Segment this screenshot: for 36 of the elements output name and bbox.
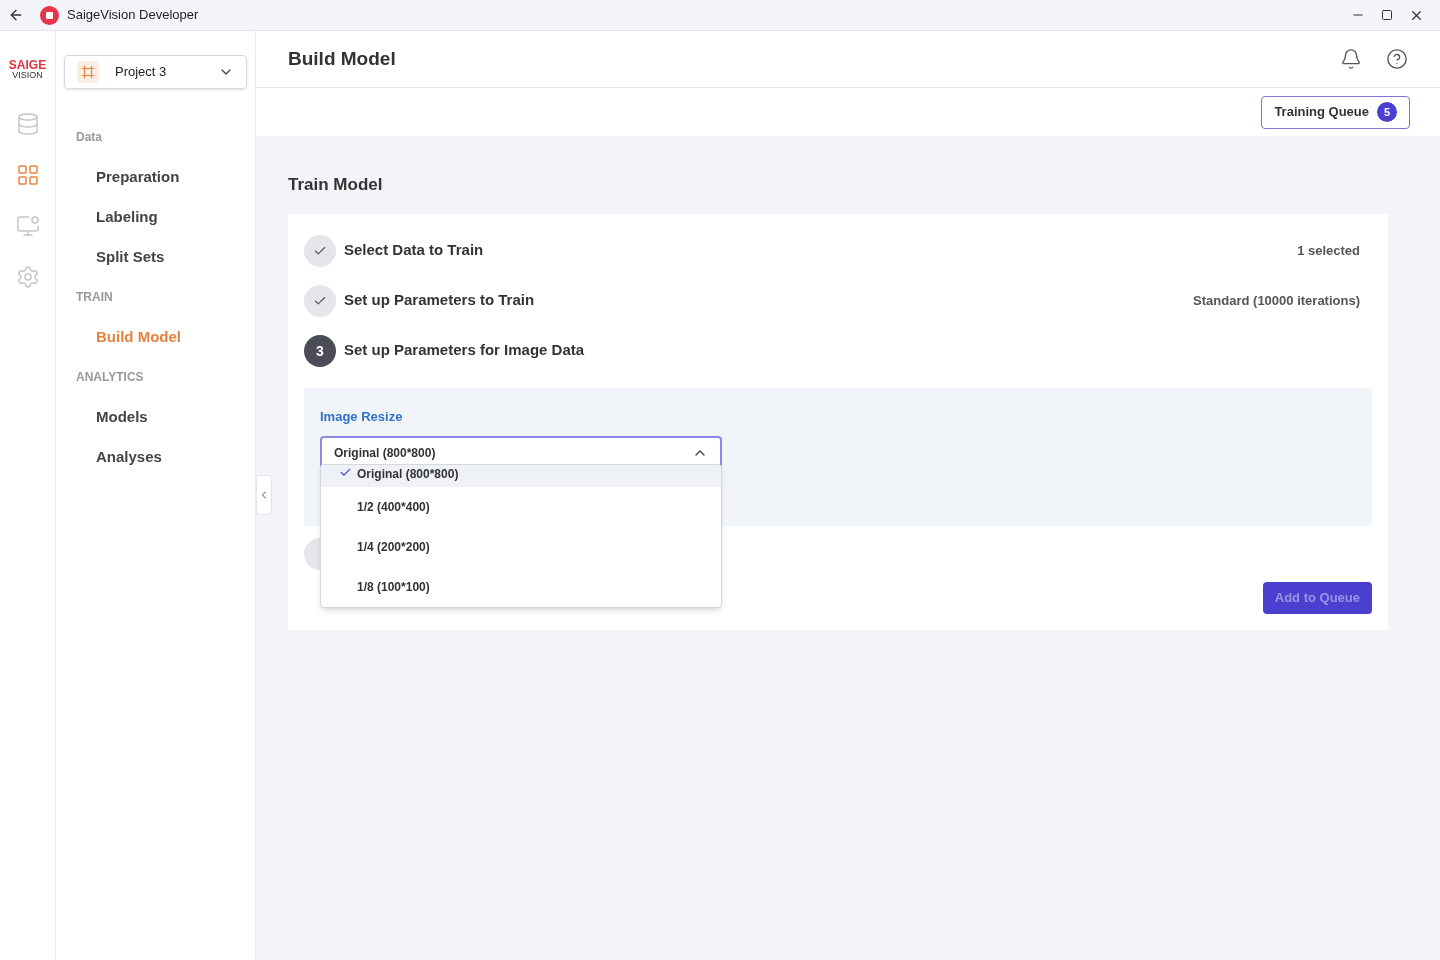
dropdown-option[interactable]: Original (800*800) [321,464,721,487]
app-logo-icon [40,5,59,25]
step-title: Select Data to Train [344,240,484,261]
dropdown-option[interactable]: 1/8 (100*100) [321,566,721,607]
help-icon[interactable] [1386,48,1408,70]
training-queue-button[interactable]: Training Queue 5 [1261,95,1410,129]
project-icon [77,61,99,83]
nav-item[interactable]: Models [64,397,247,437]
nav-item[interactable]: Analyses [64,437,247,477]
notification-icon[interactable] [1340,48,1362,70]
field-label: Image Resize [320,408,403,424]
step-title: Set up Parameters for Image Data [344,340,585,361]
page-title: Build Model [288,46,396,71]
nav-heading: TRAIN [75,289,114,306]
nav-heading: ANALYTICS [75,369,145,386]
brand-logo: SAIGE VISION [8,59,47,80]
maximize-icon[interactable] [1381,9,1393,21]
dropdown-option[interactable]: 1/2 (400*400) [321,486,721,527]
step-title: Set up Parameters to Train [344,290,535,311]
step-number: 3 [304,334,336,367]
nav-item[interactable]: Labeling [64,197,247,237]
window-title: SaigeVision Developer [67,6,199,25]
step-summary: 1 selected [1297,241,1361,260]
count-badge: 5 [1377,102,1397,122]
dropdown-option[interactable]: 1/4 (200*200) [321,526,721,567]
step-summary: Standard (10000 iterations) [1193,291,1361,310]
nav-heading: Data [75,129,103,146]
settings-icon[interactable] [15,265,40,289]
project-select[interactable]: Project 3 [64,55,247,89]
grid-icon[interactable] [15,163,40,187]
nav-item[interactable]: Preparation [64,157,247,197]
back-icon[interactable] [8,7,24,23]
monitor-icon[interactable] [15,214,40,238]
database-icon[interactable] [15,112,40,136]
nav-item[interactable]: Split Sets [64,237,247,277]
section-title: Train Model [288,175,383,194]
